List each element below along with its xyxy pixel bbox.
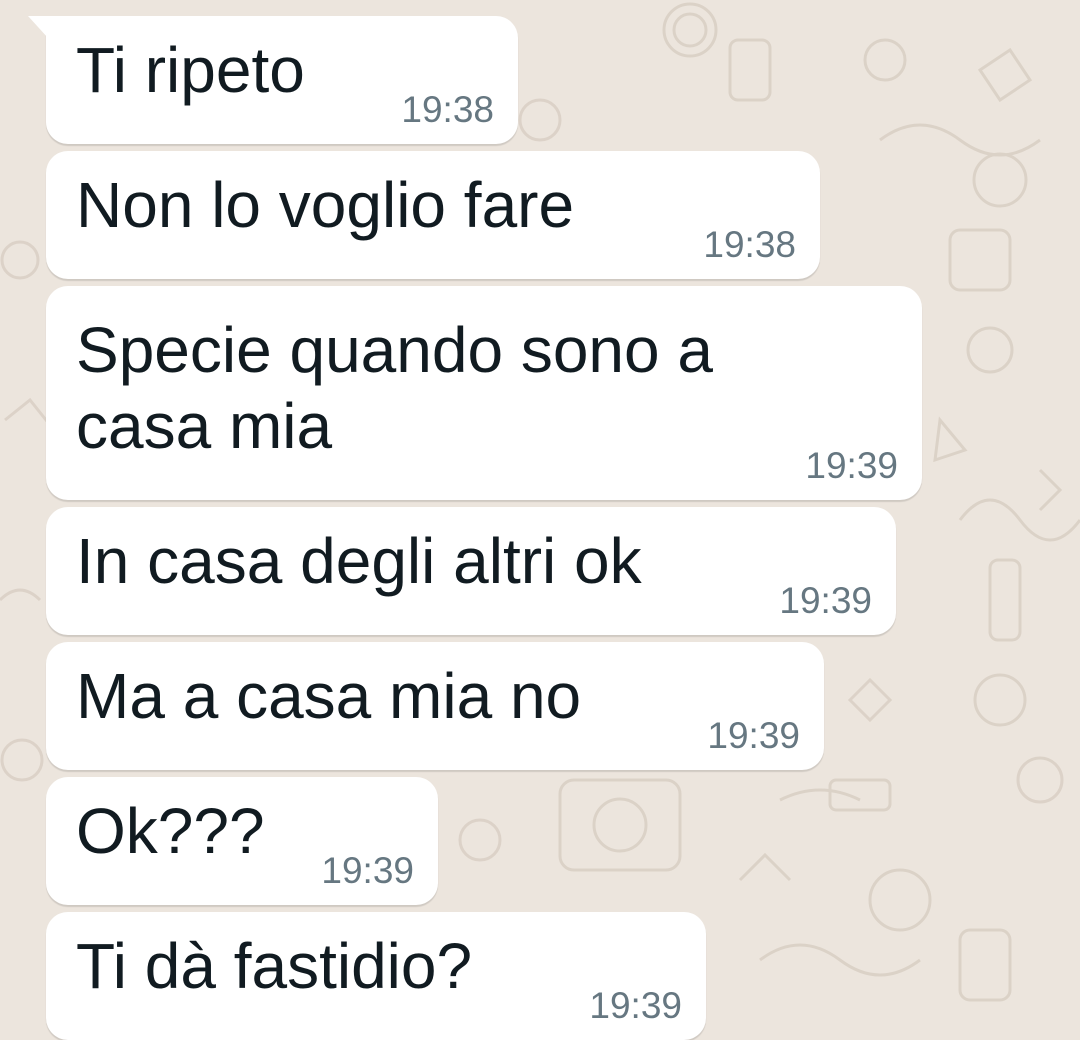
message-text: Ti ripeto (76, 34, 305, 106)
message-bubble[interactable]: Ok??? 19:39 (46, 777, 438, 905)
message-timestamp: 19:39 (805, 445, 898, 486)
message-bubble[interactable]: In casa degli altri ok 19:39 (46, 507, 896, 635)
message-bubble[interactable]: Non lo voglio fare 19:38 (46, 151, 820, 279)
message-text: In casa degli altri ok (76, 525, 642, 597)
message-timestamp: 19:39 (321, 850, 414, 891)
message-text: Non lo voglio fare (76, 169, 575, 241)
bubble-tail (28, 16, 48, 38)
message-timestamp: 19:38 (401, 89, 494, 130)
message-text: Specie quando sono a casa mia (76, 314, 713, 462)
message-text: Ok??? (76, 795, 265, 867)
message-text: Ti dà fastidio? (76, 930, 473, 1002)
message-timestamp: 19:39 (707, 715, 800, 756)
message-bubble[interactable]: Ma a casa mia no 19:39 (46, 642, 824, 770)
message-timestamp: 19:38 (703, 224, 796, 265)
chat-message-list[interactable]: Ti ripeto 19:38 Non lo voglio fare 19:38… (0, 0, 1080, 1040)
message-text: Ma a casa mia no (76, 660, 582, 732)
message-timestamp: 19:39 (779, 580, 872, 621)
message-bubble[interactable]: Specie quando sono a casa mia 19:39 (46, 286, 922, 500)
message-timestamp: 19:39 (589, 985, 682, 1026)
message-bubble[interactable]: Ti dà fastidio? 19:39 (46, 912, 706, 1040)
message-bubble[interactable]: Ti ripeto 19:38 (28, 16, 518, 144)
